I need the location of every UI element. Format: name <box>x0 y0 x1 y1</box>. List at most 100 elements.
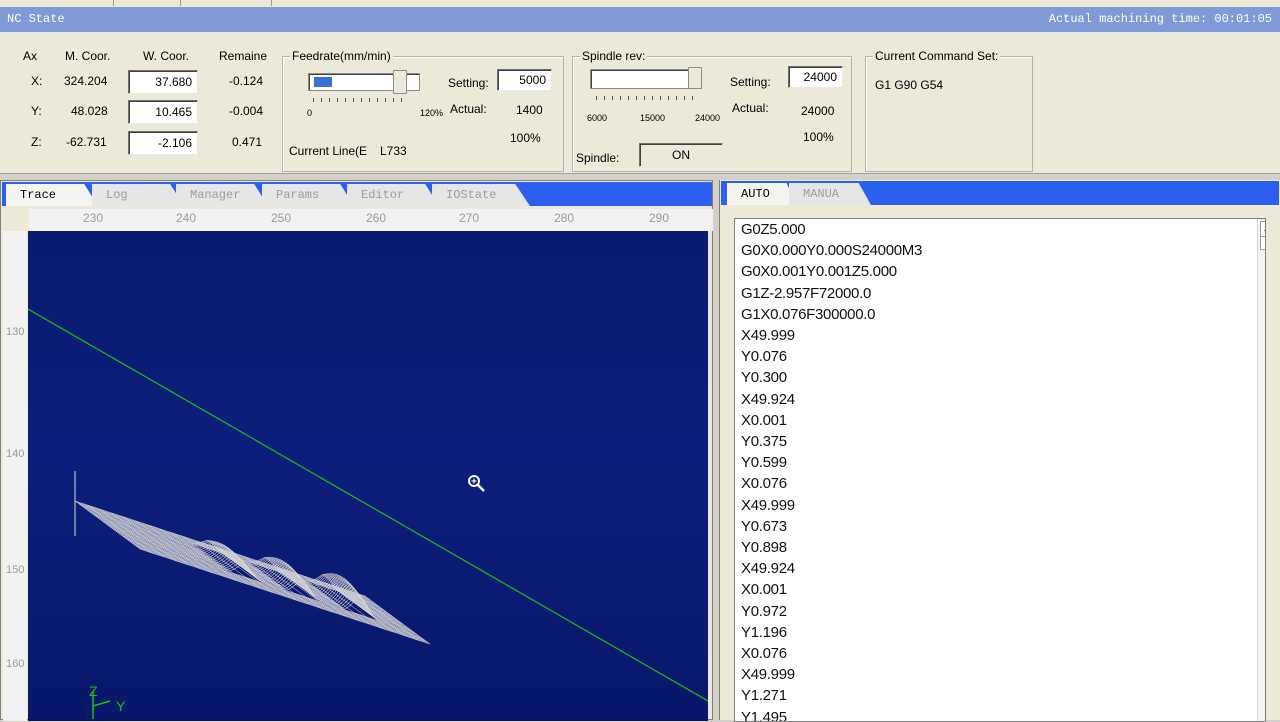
gcode-line[interactable]: Y1.196 <box>741 624 787 641</box>
gcode-line[interactable]: G1Z-2.957F72000.0 <box>741 285 871 302</box>
feedrate-slider-thumb[interactable] <box>393 70 408 94</box>
wireframe-crossline <box>268 564 334 613</box>
gcode-line[interactable]: X49.999 <box>741 666 795 683</box>
gcode-line[interactable]: Y0.375 <box>741 433 787 450</box>
tab-manual[interactable]: MANUA <box>789 183 871 205</box>
ruler-y-tick: 130 <box>6 326 25 338</box>
gcode-line[interactable]: G0X0.001Y0.001Z5.000 <box>741 263 897 280</box>
axis-indicator: Z Y <box>89 683 126 719</box>
axis-y-label: Y: <box>31 104 42 118</box>
gcode-line[interactable]: X0.076 <box>741 645 787 662</box>
axis-x-work-field[interactable]: 37.680 <box>128 70 198 94</box>
wireframe-crossline <box>123 516 189 566</box>
gcode-line[interactable]: Y0.972 <box>741 603 787 620</box>
feedrate-actual-label: Actual: <box>450 102 487 116</box>
axis-z-machine: -62.731 <box>66 135 107 149</box>
spindle-slider-thumb[interactable] <box>688 67 702 89</box>
spindle-actual-label: Actual: <box>732 101 769 115</box>
header-work-coord: W. Coor. <box>143 49 190 63</box>
gcode-line[interactable]: G0Z5.000 <box>741 221 806 238</box>
spindle-state-label: Spindle: <box>576 151 620 165</box>
tab-params[interactable]: Params <box>262 184 354 206</box>
state-panel: Ax M. Coor. W. Coor. Remaine X: 324.204 … <box>0 32 1280 174</box>
command-set-title: Current Command Set: <box>873 49 1001 63</box>
ruler-y-tick: 140 <box>6 448 25 460</box>
spindle-slider-track[interactable] <box>590 69 702 89</box>
vertical-scrollbar[interactable] <box>1257 219 1265 721</box>
arrow-up-icon <box>1264 230 1265 231</box>
command-set-value: G1 G90 G54 <box>875 78 944 92</box>
spindle-actual-value: 24000 <box>801 104 835 118</box>
top-strip-tab[interactable] <box>114 0 181 6</box>
right-tab-strip: AUTO MANUA <box>721 181 1279 205</box>
wireframe-crossline <box>159 528 225 577</box>
tab-log[interactable]: Log <box>92 184 184 206</box>
ruler-x-tick: 270 <box>459 211 480 225</box>
axis-z-work-field[interactable]: -2.106 <box>128 131 198 155</box>
ruler-y-tick: 150 <box>6 564 25 576</box>
gcode-line[interactable]: Y0.599 <box>741 454 787 471</box>
tab-editor[interactable]: Editor <box>347 184 439 206</box>
gcode-listing[interactable]: G0Z5.000 G0X0.000Y0.000S24000M3 G0X0.001Y0… <box>734 218 1266 722</box>
gcode-line[interactable]: Y0.898 <box>741 539 787 556</box>
axis-y-remaining: -0.004 <box>229 104 264 118</box>
feedrate-fill <box>314 77 332 87</box>
spindle-setting-field[interactable]: 24000 <box>788 66 843 88</box>
axis-x-remaining: -0.124 <box>229 74 264 88</box>
spindle-scale-24000: 24000 <box>695 113 721 123</box>
ruler-horizontal: 230 240 250 260 270 280 290 <box>29 209 713 231</box>
spindle-scale-15000: 15000 <box>640 113 666 123</box>
axis-z-indicator: Z <box>89 683 98 699</box>
gcode-line[interactable]: Y0.300 <box>741 369 787 386</box>
gcode-line[interactable]: X0.001 <box>741 581 787 598</box>
machining-time: Actual machining time: 00:01:05 <box>1048 12 1272 26</box>
spindle-ticks <box>596 96 696 100</box>
header-machine-coord: M. Coor. <box>65 49 111 63</box>
gcode-line[interactable]: X49.924 <box>741 391 795 408</box>
axis-x-label: X: <box>31 74 43 88</box>
gcode-line[interactable]: Y1.271 <box>741 687 787 704</box>
wireframe-crossline <box>364 595 431 645</box>
spindle-setting-label: Setting: <box>730 75 771 89</box>
axis-x-machine: 324.204 <box>64 74 108 88</box>
gcode-line[interactable]: G0X0.000Y0.000S24000M3 <box>741 242 922 259</box>
wireframe-crossline <box>86 504 153 554</box>
trace-pane: Trace Log Manager Params Editor IOState … <box>0 180 713 721</box>
scroll-up-button[interactable] <box>1260 221 1265 237</box>
tab-iostate[interactable]: IOState <box>432 184 530 206</box>
gcode-line[interactable]: Y0.673 <box>741 518 787 535</box>
spindle-scale-6000: 6000 <box>587 113 608 123</box>
workpiece-wireframe <box>74 500 431 645</box>
spindle-on-button[interactable]: ON <box>639 143 723 167</box>
feedrate-setting-field[interactable]: 5000 <box>497 69 552 91</box>
ruler-x-tick: 280 <box>554 211 575 225</box>
trace-line <box>28 308 708 702</box>
gcode-line[interactable]: X49.924 <box>741 560 795 577</box>
tab-auto[interactable]: AUTO <box>727 183 797 205</box>
gcode-line[interactable]: X49.999 <box>741 327 795 344</box>
feedrate-percent: 100% <box>510 131 541 145</box>
gcode-line[interactable]: X0.001 <box>741 412 787 429</box>
axis-y-work-field[interactable]: 10.465 <box>128 100 198 124</box>
gcode-line[interactable]: X0.076 <box>741 475 787 492</box>
axis-y-machine: 48.028 <box>71 104 108 118</box>
top-strip-tab[interactable] <box>181 0 272 6</box>
gcode-line[interactable]: Y0.076 <box>741 348 787 365</box>
wireframe-crossline <box>352 591 419 641</box>
header-axis: Ax <box>23 49 38 63</box>
tab-trace[interactable]: Trace <box>6 184 98 206</box>
feedrate-actual-value: 1400 <box>516 103 543 117</box>
left-tab-strip: Trace Log Manager Params Editor IOState <box>2 182 712 206</box>
spindle-percent: 100% <box>803 130 834 144</box>
gcode-line[interactable]: X49.999 <box>741 497 795 514</box>
wireframe-crossline <box>340 587 406 637</box>
axis-y-indicator: Y <box>116 698 126 714</box>
gcode-line[interactable]: G1X0.076F300000.0 <box>741 306 875 323</box>
tab-manager[interactable]: Manager <box>176 184 268 206</box>
zoom-cursor-icon <box>468 475 485 492</box>
scroll-thumb[interactable] <box>1260 236 1265 250</box>
wireframe-crossline <box>74 500 141 550</box>
toolpath-canvas[interactable]: Z Y <box>28 231 708 721</box>
top-strip-tab[interactable] <box>0 0 114 6</box>
program-pane: AUTO MANUA G0Z5.000 G0X0.000Y0.000S24000M… <box>719 180 1280 722</box>
